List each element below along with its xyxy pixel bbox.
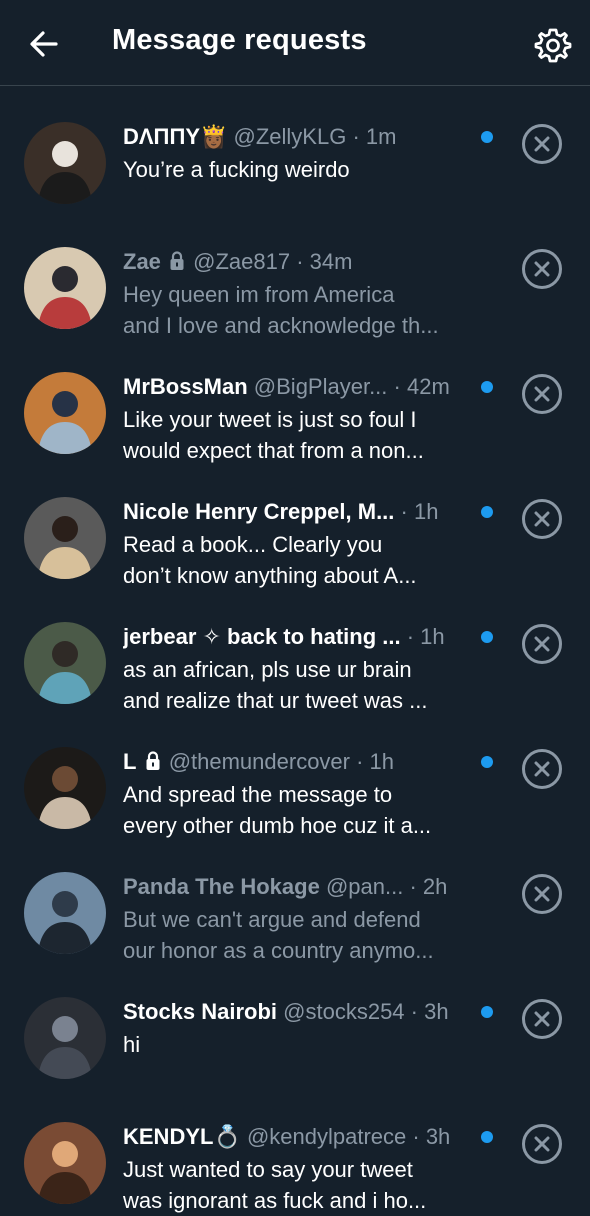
gear-icon[interactable]	[534, 26, 572, 64]
message-request-item[interactable]: Stocks Nairobi @stocks254 · 3h hi	[0, 961, 590, 1086]
avatar[interactable]	[24, 747, 106, 829]
avatar[interactable]	[24, 372, 106, 454]
dismiss-button[interactable]	[522, 874, 562, 914]
unread-indicator	[481, 381, 493, 393]
unread-indicator	[481, 1006, 493, 1018]
dismiss-button[interactable]	[522, 749, 562, 789]
message-request-item[interactable]: L @themundercover · 1h And spread the mes…	[0, 711, 590, 838]
sender-name: Panda The Hokage	[123, 874, 320, 899]
timestamp: · 3h	[406, 1124, 451, 1149]
avatar[interactable]	[24, 872, 106, 954]
message-preview: And spread the message to every other du…	[123, 782, 432, 838]
close-icon	[534, 886, 550, 902]
sender-handle: @ZellyKLG	[227, 124, 347, 149]
avatar[interactable]	[24, 497, 106, 579]
message-request-item[interactable]: Nicole Henry Creppel, M... · 1h Read a bo…	[0, 461, 590, 588]
arrow-left-icon[interactable]	[26, 26, 62, 62]
close-icon	[534, 136, 550, 152]
message-preview: But we can't argue and defend our honor …	[123, 907, 434, 963]
dismiss-button[interactable]	[522, 499, 562, 539]
message-preview: hi	[123, 1032, 141, 1057]
sender-name: DΛΠΠY👸🏾	[123, 124, 228, 149]
sender-name: KENDYL💍	[123, 1124, 241, 1149]
timestamp: · 2h	[403, 874, 448, 899]
unread-indicator	[481, 756, 493, 768]
message-request-item[interactable]: DΛΠΠY👸🏾 @ZellyKLG · 1m You’re a fucking w…	[0, 86, 590, 211]
sender-handle: @kendylpatrece	[240, 1124, 407, 1149]
close-icon	[534, 386, 550, 402]
close-icon	[534, 511, 550, 527]
sender-name: Stocks Nairobi	[123, 999, 278, 1024]
lock-icon	[146, 751, 160, 770]
sender-handle: @stocks254	[277, 999, 405, 1024]
sender-line: DΛΠΠY👸🏾 @ZellyKLG · 1m	[123, 122, 473, 152]
lock-icon	[170, 251, 184, 270]
timestamp: · 1m	[346, 124, 397, 149]
sender-line: Stocks Nairobi @stocks254 · 3h	[123, 997, 473, 1027]
sender-line: Zae @Zae817 · 34m	[123, 247, 473, 277]
unread-indicator	[481, 1131, 493, 1143]
sender-name: Zae	[123, 249, 161, 274]
message-request-item[interactable]: MrBossMan @BigPlayer... · 42m Like your t…	[0, 336, 590, 463]
message-preview: Read a book... Clearly you don’t know an…	[123, 532, 417, 588]
sender-line: MrBossMan @BigPlayer... · 42m	[123, 372, 473, 402]
avatar[interactable]	[24, 997, 106, 1079]
message-request-item[interactable]: jerbear ✧ back to hating ... · 1h as an a…	[0, 586, 590, 713]
message-preview: Just wanted to say your tweet was ignora…	[123, 1157, 427, 1213]
unread-indicator	[481, 631, 493, 643]
dismiss-button[interactable]	[522, 999, 562, 1039]
sender-line: L @themundercover · 1h	[123, 747, 473, 777]
sender-handle: @pan...	[319, 874, 404, 899]
sender-name: Nicole Henry Creppel, M...	[123, 499, 395, 524]
avatar[interactable]	[24, 1122, 106, 1204]
close-icon	[534, 1136, 550, 1152]
page-title: Message requests	[112, 24, 367, 56]
timestamp: · 1h	[394, 499, 439, 524]
timestamp: · 1h	[350, 749, 395, 774]
timestamp: · 42m	[387, 374, 450, 399]
sender-handle: @Zae817	[187, 249, 291, 274]
unread-indicator	[481, 506, 493, 518]
sender-line: Panda The Hokage @pan... · 2h	[123, 872, 473, 902]
sender-line: Nicole Henry Creppel, M... · 1h	[123, 497, 473, 527]
message-preview: Like your tweet is just so foul I would …	[123, 407, 424, 463]
close-icon	[534, 636, 550, 652]
sender-handle: @BigPlayer...	[247, 374, 388, 399]
dismiss-button[interactable]	[522, 124, 562, 164]
message-preview: Hey queen im from America and I love and…	[123, 282, 439, 338]
dismiss-button[interactable]	[522, 624, 562, 664]
close-icon	[534, 1011, 550, 1027]
avatar[interactable]	[24, 622, 106, 704]
timestamp: · 3h	[404, 999, 449, 1024]
sender-name: MrBossMan	[123, 374, 248, 399]
message-request-item[interactable]: KENDYL💍 @kendylpatrece · 3h Just wanted t…	[0, 1086, 590, 1213]
sender-handle: @themundercover	[162, 749, 350, 774]
timestamp: · 1h	[400, 624, 445, 649]
top-bar: Message requests	[0, 0, 590, 86]
sender-name: jerbear ✧ back to hating ...	[123, 624, 401, 649]
close-icon	[534, 761, 550, 777]
sender-line: KENDYL💍 @kendylpatrece · 3h	[123, 1122, 473, 1152]
avatar[interactable]	[24, 122, 106, 204]
sender-name: L	[123, 749, 137, 774]
dismiss-button[interactable]	[522, 249, 562, 289]
unread-indicator	[481, 131, 493, 143]
timestamp: · 34m	[290, 249, 353, 274]
message-preview: You’re a fucking weirdo	[123, 157, 350, 182]
message-request-item[interactable]: Zae @Zae817 · 34m Hey queen im from Ameri…	[0, 211, 590, 338]
close-icon	[534, 261, 550, 277]
message-preview: as an african, pls use ur brain and real…	[123, 657, 428, 713]
dismiss-button[interactable]	[522, 374, 562, 414]
avatar[interactable]	[24, 247, 106, 329]
message-request-item[interactable]: Panda The Hokage @pan... · 2h But we can'…	[0, 836, 590, 963]
sender-line: jerbear ✧ back to hating ... · 1h	[123, 622, 473, 652]
dismiss-button[interactable]	[522, 1124, 562, 1164]
